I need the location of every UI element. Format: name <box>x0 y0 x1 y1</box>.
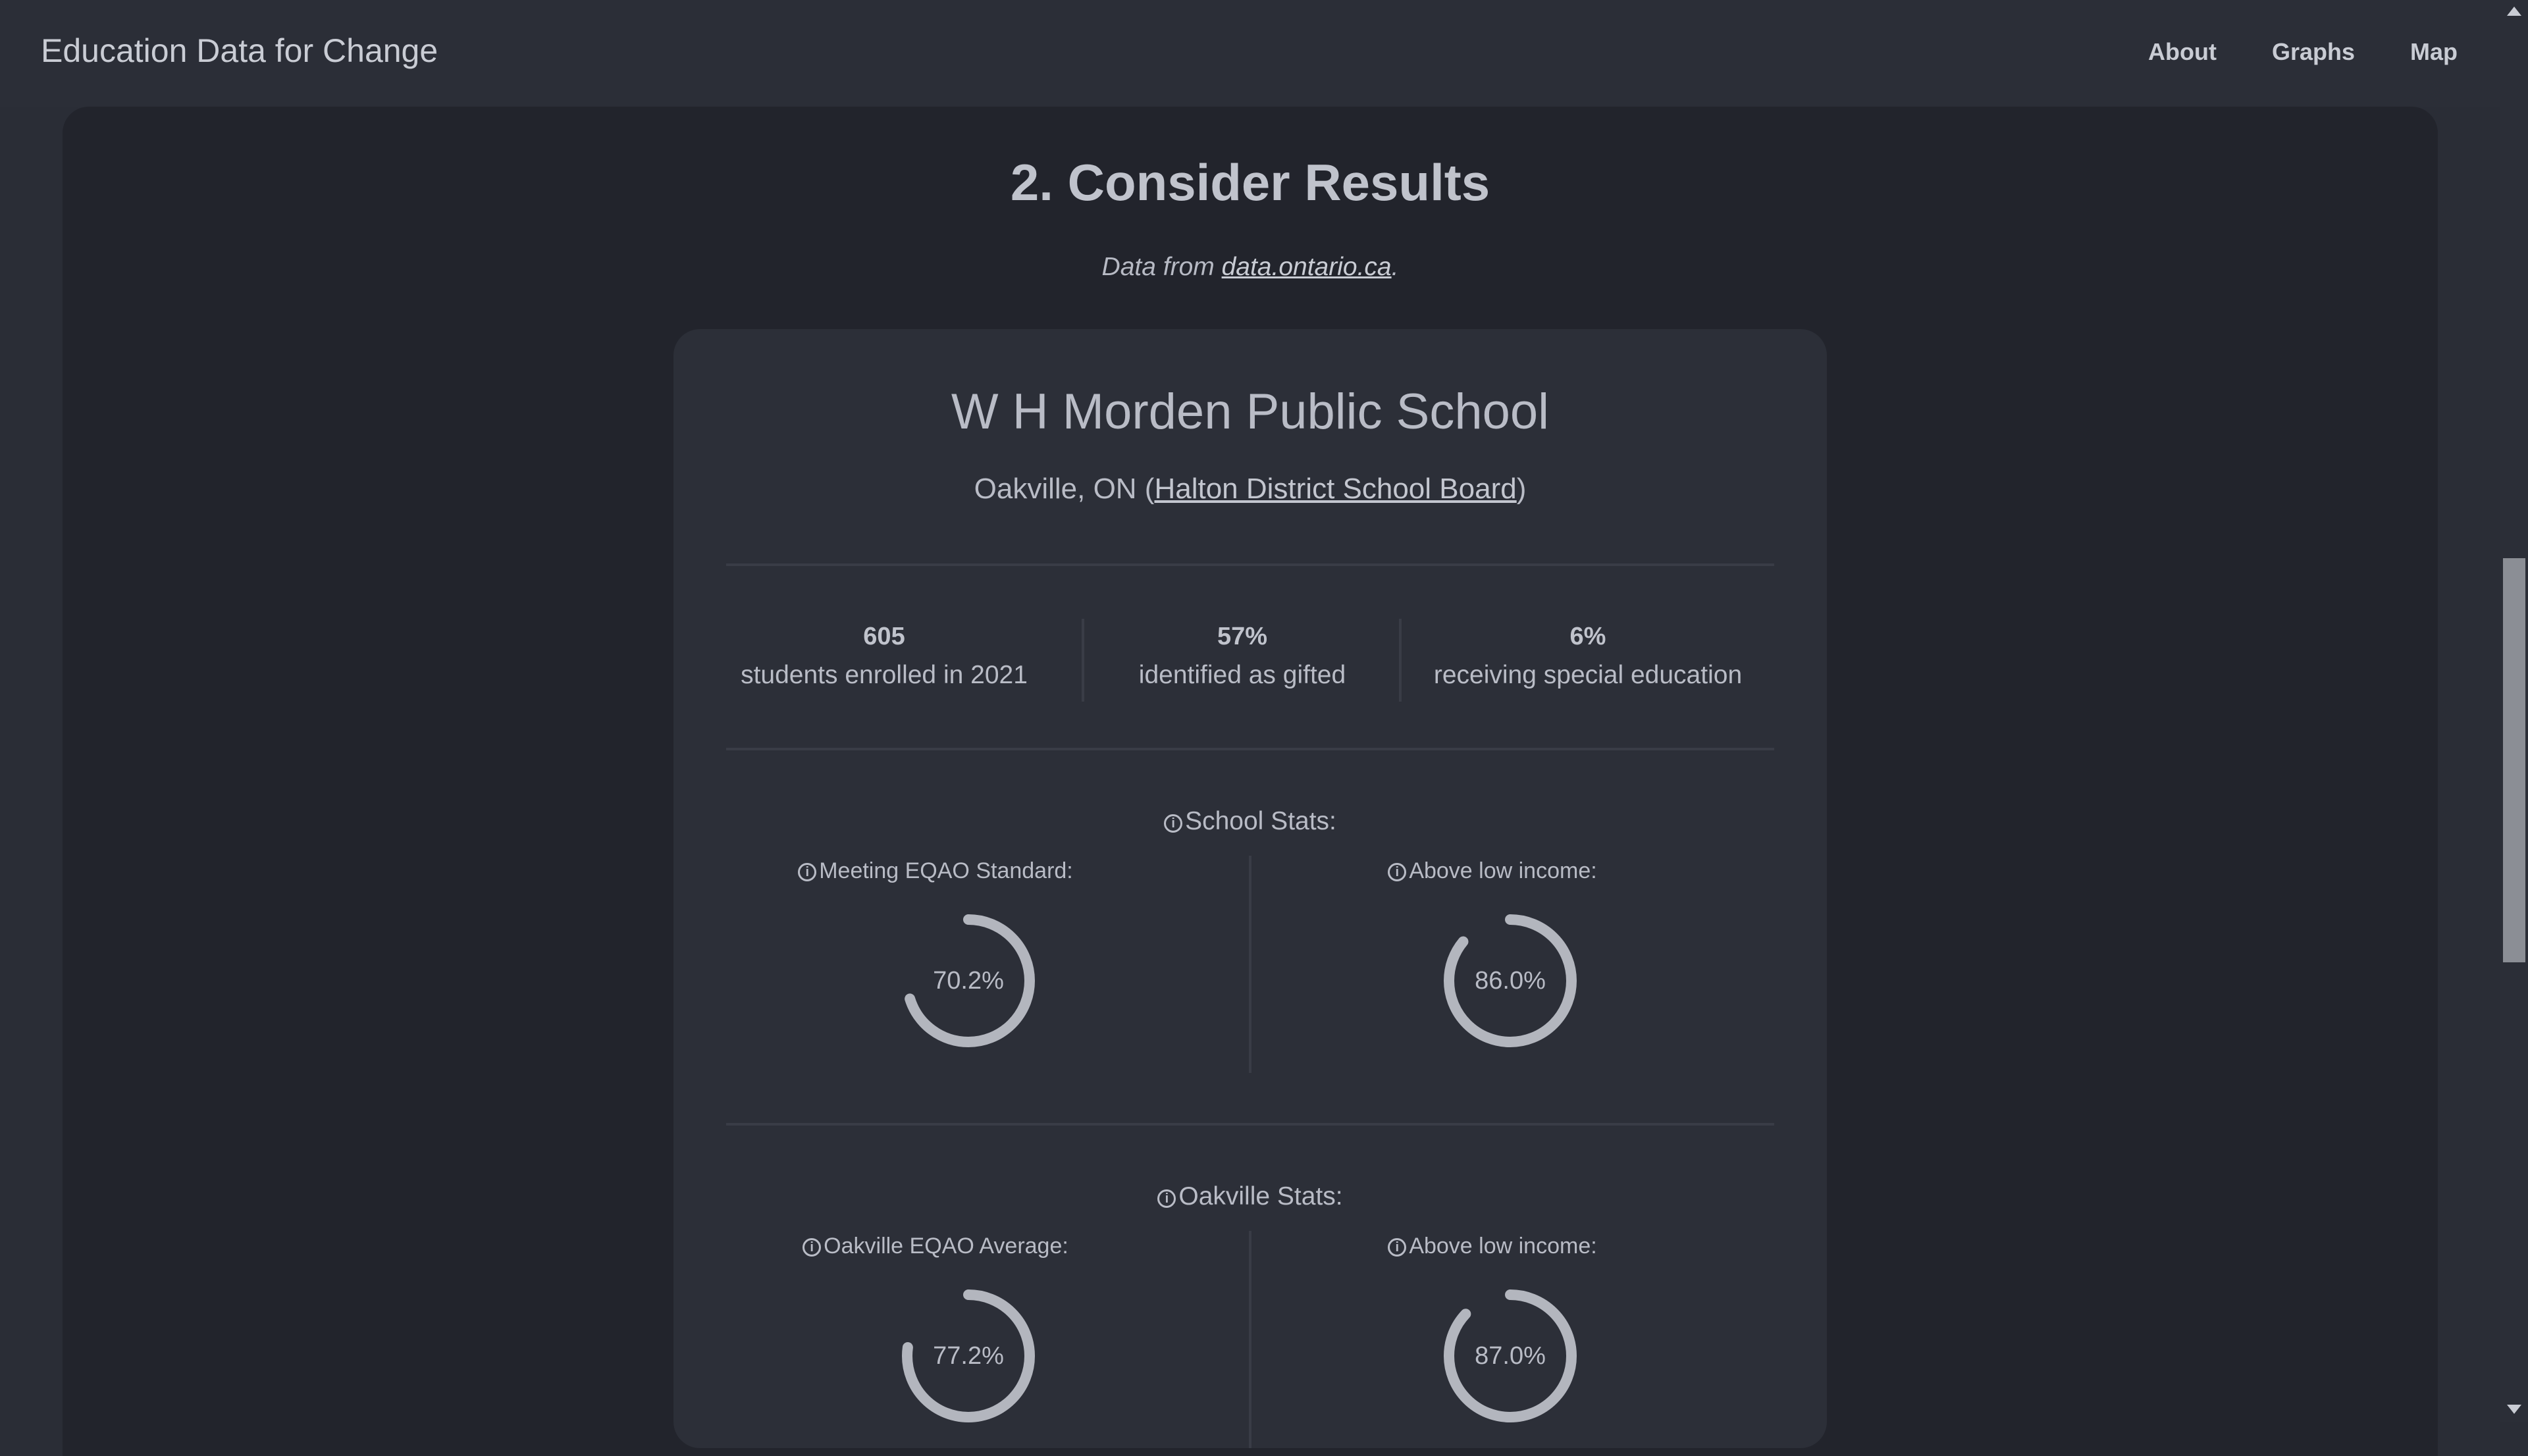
progress-ring-eqao-standard: 70.2% <box>896 908 1041 1053</box>
data-note-prefix: Data from <box>1101 253 1222 281</box>
fact-label: students enrolled in 2021 <box>741 661 1028 689</box>
info-circle-icon[interactable]: i <box>803 1238 822 1257</box>
stats-separator <box>1249 1231 1251 1448</box>
city-stats-heading: i Oakville Stats: <box>673 1182 1827 1211</box>
stat-label-text: Oakville EQAO Average: <box>824 1234 1068 1259</box>
school-name: W H Morden Public School <box>951 384 1550 440</box>
info-circle-icon[interactable]: i <box>1157 1189 1176 1208</box>
progress-ring-city-low-income: 87.0% <box>1438 1284 1583 1428</box>
school-card: W H Morden Public School Oakville, ON (H… <box>673 329 1827 1448</box>
fact-value: 605 <box>863 623 905 650</box>
nav-link-about[interactable]: About <box>2148 38 2217 66</box>
school-board-link[interactable]: Halton District School Board <box>1154 473 1516 505</box>
scrollbar-thumb[interactable] <box>2503 558 2525 962</box>
stat-label-text: Meeting EQAO Standard: <box>819 858 1073 883</box>
fact-special-ed: 6% receiving special education <box>1402 619 1774 731</box>
school-stats-heading-text: School Stats: <box>1185 807 1336 835</box>
info-circle-icon[interactable]: i <box>798 863 817 881</box>
stat-label-city-eqao: i Oakville EQAO Average: <box>726 1234 1145 1259</box>
stat-label-city-low-income: i Above low income: <box>1283 1234 1702 1259</box>
nav-link-map[interactable]: Map <box>2410 38 2458 66</box>
stat-label-text: Above low income: <box>1409 858 1597 883</box>
progress-ring-value: 70.2% <box>933 967 1004 995</box>
info-circle-icon[interactable]: i <box>1388 863 1407 881</box>
data-source-note: Data from data.ontario.ca. <box>63 253 2438 282</box>
data-source-link[interactable]: data.ontario.ca <box>1222 253 1392 281</box>
fact-value: 57% <box>1217 623 1268 650</box>
brand-link[interactable]: Education Data for Change <box>41 32 438 70</box>
location-prefix: Oakville, ON ( <box>974 473 1155 505</box>
fact-gifted: 57% identified as gifted <box>1084 619 1400 731</box>
progress-ring-value: 87.0% <box>1475 1342 1546 1370</box>
arrow-up-icon[interactable] <box>2507 7 2521 16</box>
fact-value: 6% <box>1569 623 1606 650</box>
school-facts: 605 students enrolled in 2021 57% identi… <box>726 619 1774 731</box>
location-suffix: ) <box>1516 473 1527 505</box>
progress-ring-value: 86.0% <box>1475 967 1546 995</box>
info-circle-icon[interactable]: i <box>1388 1238 1407 1257</box>
school-stats-heading: i School Stats: <box>673 807 1827 836</box>
stat-label-text: Above low income: <box>1409 1234 1597 1259</box>
city-stats-heading-text: Oakville Stats: <box>1178 1182 1343 1210</box>
arrow-down-icon[interactable] <box>2507 1405 2521 1414</box>
fact-label: identified as gifted <box>1138 661 1346 689</box>
stat-label-eqao-standard: i Meeting EQAO Standard: <box>726 858 1145 884</box>
data-note-suffix: . <box>1391 253 1399 281</box>
divider <box>726 563 1774 566</box>
navbar: Education Data for Change About Graphs M… <box>0 0 2500 107</box>
fact-label: receiving special education <box>1433 661 1743 689</box>
school-location: Oakville, ON (Halton District School Boa… <box>673 473 1827 506</box>
stats-separator <box>1249 856 1251 1073</box>
fact-enrollment: 605 students enrolled in 2021 <box>726 619 1042 731</box>
divider <box>726 1123 1774 1126</box>
progress-ring-city-eqao: 77.2% <box>896 1284 1041 1428</box>
progress-ring-value: 77.2% <box>933 1342 1004 1370</box>
stat-label-low-income: i Above low income: <box>1283 858 1702 884</box>
info-circle-icon[interactable]: i <box>1164 814 1183 833</box>
progress-ring-low-income: 86.0% <box>1438 908 1583 1053</box>
section-title: 2. Consider Results <box>1010 153 1490 211</box>
nav-links: About Graphs Map <box>2148 38 2500 66</box>
nav-link-graphs[interactable]: Graphs <box>2272 38 2355 66</box>
divider <box>726 748 1774 750</box>
